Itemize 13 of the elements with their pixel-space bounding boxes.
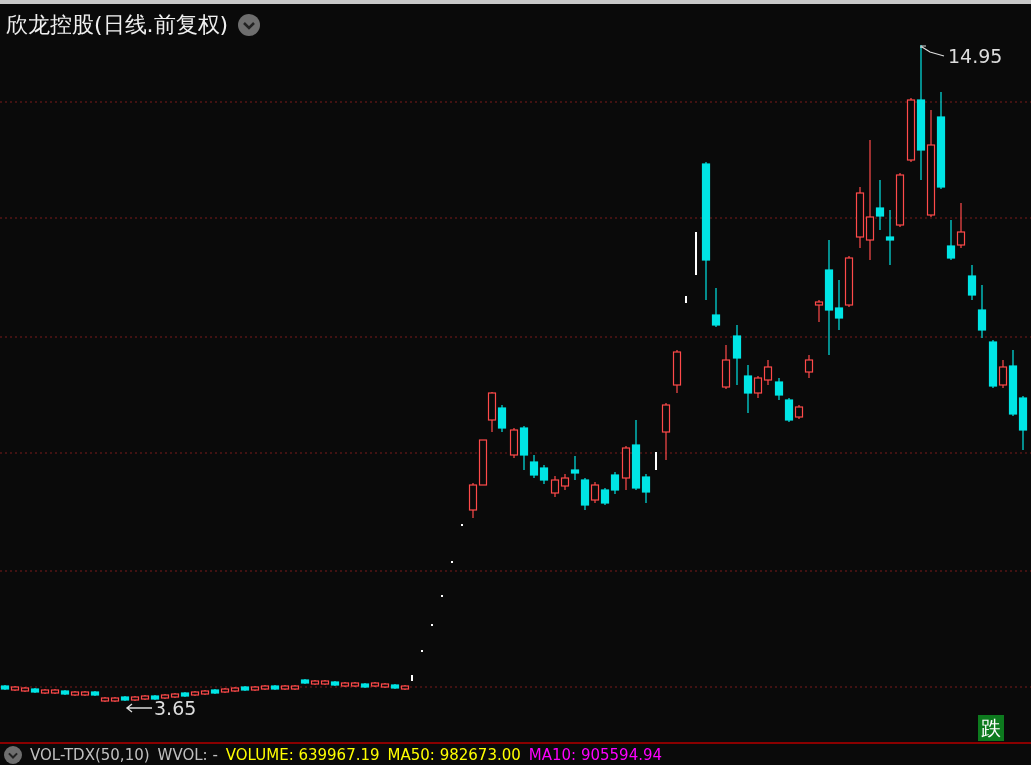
high-price-label: 14.95	[948, 45, 1003, 67]
arrow-icon	[125, 703, 153, 713]
dropdown-icon[interactable]	[238, 13, 261, 36]
indicator-value: WVOL: -	[157, 745, 218, 764]
stock-title: 欣龙控股(日线.前复权)	[6, 10, 229, 39]
low-price-label: 3.65	[154, 697, 197, 719]
indicator-value: VOLUME: 639967.19	[225, 745, 380, 764]
indicator-name: VOL-TDX(50,10)	[30, 745, 150, 764]
indicator-value: MA50: 982673.00	[387, 745, 521, 764]
high-marker-icon	[920, 45, 945, 57]
fall-badge: 跌	[978, 715, 1004, 741]
indicator-value: MA10: 905594.94	[528, 745, 663, 764]
dropdown-icon[interactable]	[4, 745, 22, 764]
